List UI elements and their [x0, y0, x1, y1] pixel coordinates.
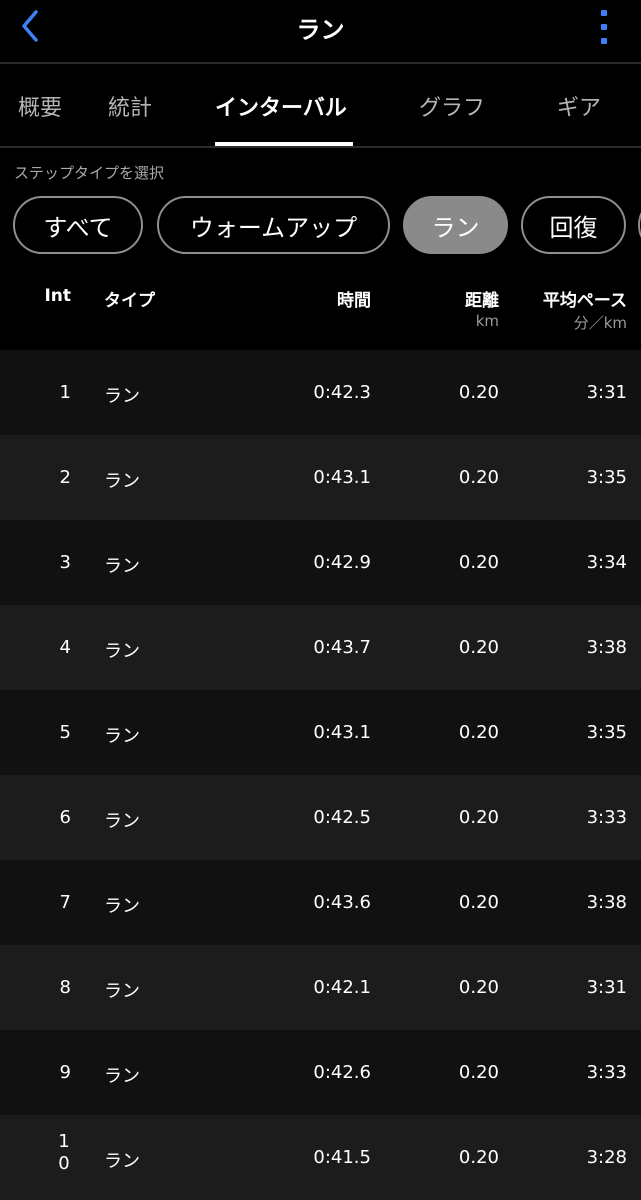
cell-pace: 3:31 — [586, 382, 627, 403]
cell-time: 0:43.1 — [313, 467, 371, 488]
cell-type: ラン — [104, 811, 140, 832]
cell-type: ラン — [104, 1066, 140, 1087]
col-time: 時間 — [337, 291, 371, 311]
tab-intervals[interactable]: インターバル — [215, 90, 347, 122]
cell-pace: 3:31 — [586, 977, 627, 998]
cell-time: 0:42.5 — [313, 807, 371, 828]
cell-distance: 0.20 — [458, 1147, 499, 1168]
active-tab-indicator — [215, 142, 353, 146]
col-type: タイプ — [104, 291, 155, 311]
cell-time: 0:42.3 — [313, 382, 371, 403]
cell-distance: 0.20 — [458, 977, 499, 998]
chip-recovery[interactable]: 回復 — [521, 196, 626, 254]
cell-int: 3 — [59, 552, 71, 573]
cell-distance: 0.20 — [458, 467, 499, 488]
tab-graphs[interactable]: グラフ — [419, 90, 485, 122]
col-pace: 平均ペース — [542, 291, 627, 311]
top-bar: ラン — [0, 0, 641, 64]
cell-distance: 0.20 — [458, 552, 499, 573]
chip-warmup[interactable]: ウォームアップ — [157, 196, 390, 254]
cell-int: 1 — [59, 382, 71, 403]
cell-distance: 0.20 — [458, 1062, 499, 1083]
table-row[interactable]: 4 ラン 0:43.7 0.20 3:38 — [0, 605, 641, 690]
dot-icon — [601, 10, 607, 16]
cell-pace: 3:35 — [586, 722, 627, 743]
table-header: Int タイプ 時間 距離 km 平均ペース 分／km — [0, 264, 641, 350]
table-row[interactable]: 10 ラン 0:41.5 0.20 3:28 — [0, 1115, 641, 1200]
cell-time: 0:42.9 — [313, 552, 371, 573]
table-row[interactable]: 6 ラン 0:42.5 0.20 3:33 — [0, 775, 641, 860]
cell-pace: 3:38 — [586, 637, 627, 658]
dot-icon — [601, 38, 607, 44]
col-distance: 距離 — [465, 291, 499, 311]
tab-bar: 概要 統計 インターバル グラフ ギア — [0, 66, 641, 148]
cell-int: 6 — [59, 807, 71, 828]
cell-int: 4 — [59, 637, 71, 658]
cell-type: ラン — [104, 641, 140, 662]
cell-type: ラン — [104, 726, 140, 747]
cell-pace: 3:38 — [586, 892, 627, 913]
cell-int: 9 — [59, 1062, 71, 1083]
cell-int: 10 — [58, 1131, 70, 1174]
tab-stats[interactable]: 統計 — [108, 90, 152, 122]
cell-time: 0:42.6 — [313, 1062, 371, 1083]
cell-pace: 3:34 — [586, 552, 627, 573]
cell-int: 7 — [59, 892, 71, 913]
cell-time: 0:42.1 — [313, 977, 371, 998]
page-title: ラン — [296, 16, 345, 44]
cell-int: 5 — [59, 722, 71, 743]
chip-run[interactable]: ラン — [403, 196, 508, 254]
cell-time: 0:41.5 — [313, 1147, 371, 1168]
cell-type: ラン — [104, 386, 140, 407]
cell-time: 0:43.1 — [313, 722, 371, 743]
dot-icon — [601, 24, 607, 30]
cell-type: ラン — [104, 981, 140, 1002]
chip-all[interactable]: すべて — [13, 196, 143, 254]
table-row[interactable]: 3 ラン 0:42.9 0.20 3:34 — [0, 520, 641, 605]
cell-type: ラン — [104, 1151, 140, 1172]
cell-time: 0:43.6 — [313, 892, 371, 913]
step-type-label: ステップタイプを選択 — [14, 164, 165, 182]
cell-type: ラン — [104, 896, 140, 917]
app-screen: ラン 概要 統計 インターバル グラフ ギア ステップタイプを選択 すべて ウォ… — [0, 0, 641, 1200]
table-row[interactable]: 7 ラン 0:43.6 0.20 3:38 — [0, 860, 641, 945]
col-int: Int — [44, 286, 71, 306]
table-row[interactable]: 8 ラン 0:42.1 0.20 3:31 — [0, 945, 641, 1030]
cell-int: 2 — [59, 467, 71, 488]
tab-overview[interactable]: 概要 — [18, 90, 62, 122]
cell-time: 0:43.7 — [313, 637, 371, 658]
cell-distance: 0.20 — [458, 637, 499, 658]
table-row[interactable]: 2 ラン 0:43.1 0.20 3:35 — [0, 435, 641, 520]
table-row[interactable]: 9 ラン 0:42.6 0.20 3:33 — [0, 1030, 641, 1115]
cell-distance: 0.20 — [458, 722, 499, 743]
cell-distance: 0.20 — [458, 892, 499, 913]
cell-distance: 0.20 — [458, 807, 499, 828]
cell-type: ラン — [104, 556, 140, 577]
tab-gear[interactable]: ギア — [557, 90, 601, 122]
col-distance-unit: km — [475, 312, 499, 330]
more-menu-button[interactable] — [597, 10, 611, 44]
cell-pace: 3:35 — [586, 467, 627, 488]
cell-type: ラン — [104, 471, 140, 492]
cell-pace: 3:33 — [586, 807, 627, 828]
cell-pace: 3:28 — [586, 1147, 627, 1168]
cell-distance: 0.20 — [458, 382, 499, 403]
table-row[interactable]: 5 ラン 0:43.1 0.20 3:35 — [0, 690, 641, 775]
col-pace-unit: 分／km — [573, 314, 627, 332]
interval-table: 1 ラン 0:42.3 0.20 3:31 2 ラン 0:43.1 0.20 3… — [0, 350, 641, 1200]
step-type-chips: すべて ウォームアップ ラン 回復 — [0, 194, 641, 256]
cell-int: 8 — [59, 977, 71, 998]
cell-pace: 3:33 — [586, 1062, 627, 1083]
table-row[interactable]: 1 ラン 0:42.3 0.20 3:31 — [0, 350, 641, 435]
